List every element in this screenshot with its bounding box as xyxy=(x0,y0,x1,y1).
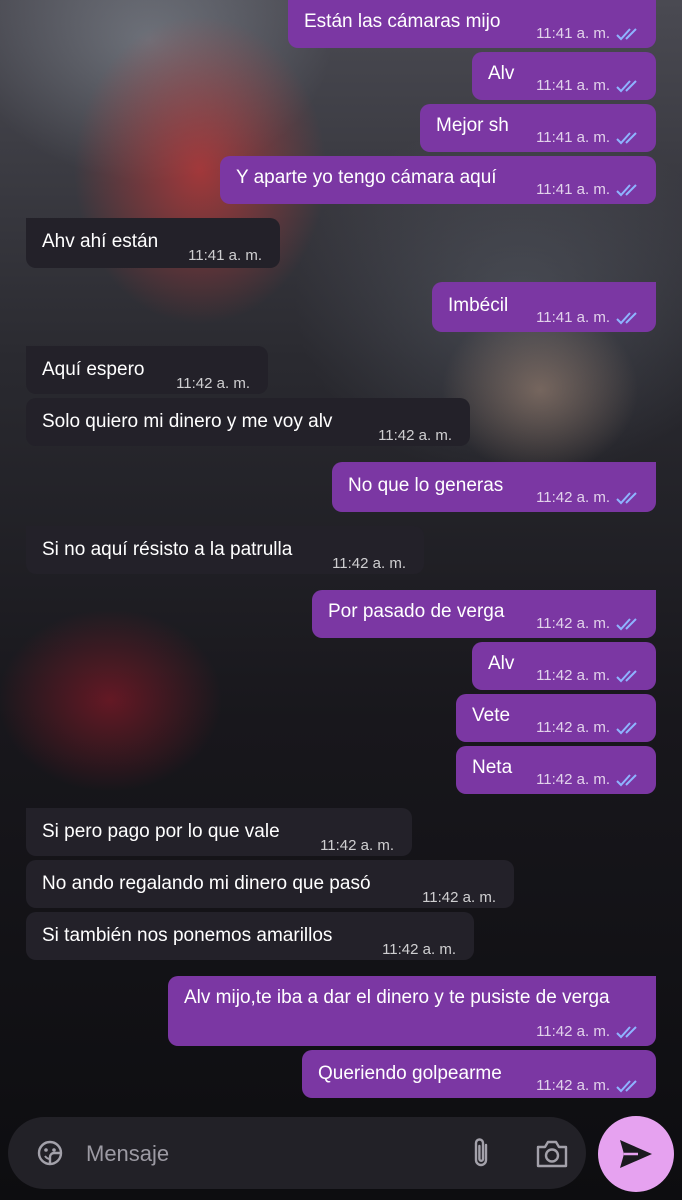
message-bubble-outgoing[interactable]: Alv 11:41 a. m. xyxy=(472,52,656,100)
message-bubble-incoming[interactable]: Si no aquí résisto a la patrulla 11:42 a… xyxy=(26,526,424,574)
message-bubble-outgoing[interactable]: Neta 11:42 a. m. xyxy=(456,746,656,794)
read-checkmarks-icon xyxy=(616,312,637,325)
message-time: 11:41 a. m. xyxy=(536,77,610,94)
message-text: Aquí espero xyxy=(42,359,145,380)
message-time: 11:42 a. m. xyxy=(536,1023,610,1040)
message-list[interactable]: Están las cámaras mijo 11:41 a. m. Alv 1… xyxy=(0,0,682,1110)
message-time: 11:42 a. m. xyxy=(176,375,250,392)
message-text: Alv mijo,te iba a dar el dinero y te pus… xyxy=(184,987,610,1008)
message-time: 11:42 a. m. xyxy=(382,941,456,958)
message-text: Alv xyxy=(488,653,515,674)
message-time: 11:41 a. m. xyxy=(536,181,610,198)
read-checkmarks-icon xyxy=(616,184,637,197)
message-bubble-outgoing[interactable]: Están las cámaras mijo 11:41 a. m. xyxy=(288,0,656,48)
message-text: Y aparte yo tengo cámara aquí xyxy=(236,167,497,188)
send-button[interactable] xyxy=(598,1116,674,1192)
message-bubble-outgoing[interactable]: Y aparte yo tengo cámara aquí 11:41 a. m… xyxy=(220,156,656,204)
message-text: Ahv ahí están xyxy=(42,231,159,252)
message-bubble-outgoing[interactable]: Queriendo golpearme 11:42 a. m. xyxy=(302,1050,656,1098)
message-time: 11:41 a. m. xyxy=(188,247,262,264)
message-text: Si no aquí résisto a la patrulla xyxy=(42,539,293,560)
read-checkmarks-icon xyxy=(616,1080,637,1093)
message-text: Están las cámaras mijo xyxy=(304,11,501,32)
message-bubble-incoming[interactable]: No ando regalando mi dinero que pasó 11:… xyxy=(26,860,514,908)
message-time: 11:41 a. m. xyxy=(536,309,610,326)
send-icon xyxy=(620,1140,652,1168)
message-time: 11:42 a. m. xyxy=(536,771,610,788)
message-time: 11:42 a. m. xyxy=(536,1077,610,1094)
read-checkmarks-icon xyxy=(616,80,637,93)
message-text: Queriendo golpearme xyxy=(318,1063,502,1084)
message-composer xyxy=(8,1117,586,1189)
message-bubble-outgoing[interactable]: Mejor sh 11:41 a. m. xyxy=(420,104,656,152)
read-checkmarks-icon xyxy=(616,1026,637,1039)
message-bubble-outgoing[interactable]: Imbécil 11:41 a. m. xyxy=(432,282,656,332)
paperclip-icon[interactable] xyxy=(464,1135,500,1171)
message-text: No ando regalando mi dinero que pasó xyxy=(42,873,371,894)
message-text: Alv xyxy=(488,63,515,84)
sticker-emoji-icon[interactable] xyxy=(34,1137,66,1169)
message-input[interactable] xyxy=(84,1135,448,1173)
camera-icon[interactable] xyxy=(534,1137,570,1171)
message-time: 11:42 a. m. xyxy=(536,719,610,736)
message-time: 11:42 a. m. xyxy=(332,555,406,572)
message-time: 11:42 a. m. xyxy=(422,889,496,906)
message-time: 11:41 a. m. xyxy=(536,25,610,42)
message-bubble-incoming[interactable]: Aquí espero 11:42 a. m. xyxy=(26,346,268,394)
message-text: Vete xyxy=(472,705,511,726)
message-bubble-outgoing[interactable]: Por pasado de verga 11:42 a. m. xyxy=(312,590,656,638)
message-text: Si también nos ponemos amarillos xyxy=(42,925,333,946)
read-checkmarks-icon xyxy=(616,132,637,145)
message-bubble-outgoing[interactable]: Vete 11:42 a. m. xyxy=(456,694,656,742)
message-time: 11:41 a. m. xyxy=(536,129,610,146)
message-text: Mejor sh xyxy=(436,115,509,136)
message-bubble-incoming[interactable]: Si también nos ponemos amarillos 11:42 a… xyxy=(26,912,474,960)
message-text: Imbécil xyxy=(448,295,509,316)
message-text: Solo quiero mi dinero y me voy alv xyxy=(42,411,333,432)
read-checkmarks-icon xyxy=(616,722,637,735)
message-bubble-incoming[interactable]: Ahv ahí están 11:41 a. m. xyxy=(26,218,280,268)
message-bubble-outgoing[interactable]: No que lo generas 11:42 a. m. xyxy=(332,462,656,512)
message-bubble-incoming[interactable]: Solo quiero mi dinero y me voy alv 11:42… xyxy=(26,398,470,446)
read-checkmarks-icon xyxy=(616,618,637,631)
read-checkmarks-icon xyxy=(616,774,637,787)
message-time: 11:42 a. m. xyxy=(320,837,394,854)
message-bubble-outgoing[interactable]: Alv mijo,te iba a dar el dinero y te pus… xyxy=(168,976,656,1046)
message-bubble-outgoing[interactable]: Alv 11:42 a. m. xyxy=(472,642,656,690)
read-checkmarks-icon xyxy=(616,492,637,505)
message-text: No que lo generas xyxy=(348,475,504,496)
message-bubble-incoming[interactable]: Si pero pago por lo que vale 11:42 a. m. xyxy=(26,808,412,856)
message-text: Si pero pago por lo que vale xyxy=(42,821,280,842)
message-text: Neta xyxy=(472,757,513,778)
message-time: 11:42 a. m. xyxy=(378,427,452,444)
message-text: Por pasado de verga xyxy=(328,601,505,622)
read-checkmarks-icon xyxy=(616,670,637,683)
message-time: 11:42 a. m. xyxy=(536,667,610,684)
message-time: 11:42 a. m. xyxy=(536,615,610,632)
read-checkmarks-icon xyxy=(616,28,637,41)
message-time: 11:42 a. m. xyxy=(536,489,610,506)
